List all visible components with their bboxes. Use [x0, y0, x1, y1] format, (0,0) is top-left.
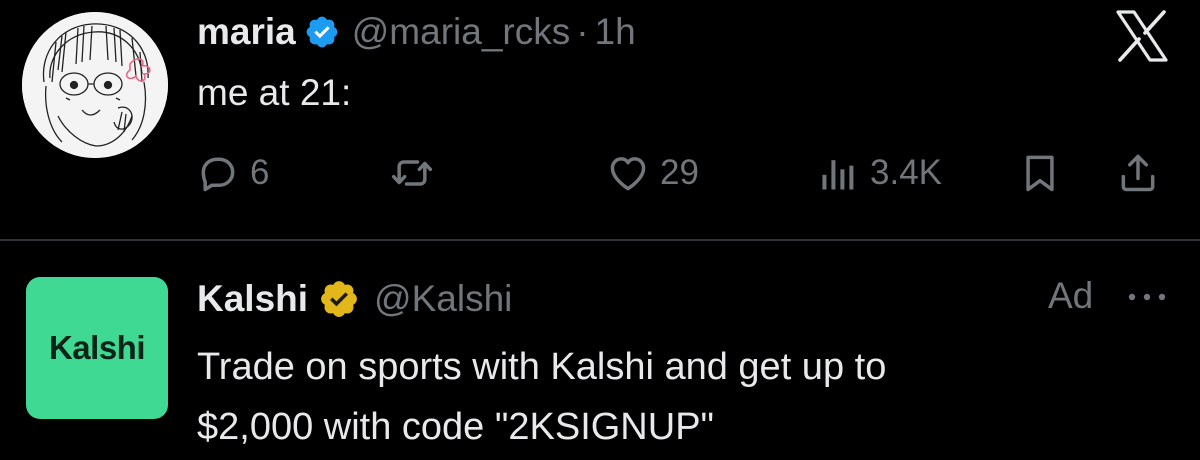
ad-header: Kalshi @Kalshi: [197, 273, 512, 325]
reply-icon: [201, 157, 235, 192]
repost-icon: [391, 160, 433, 186]
heart-icon: [610, 157, 646, 191]
ad-text: Trade on sports with Kalshi and get up t…: [197, 337, 1157, 457]
more-options-icon[interactable]: [1124, 285, 1170, 309]
tweet-header: maria @maria_rcks · 1h: [197, 6, 636, 58]
like-button[interactable]: 29: [606, 148, 699, 198]
avatar[interactable]: [22, 12, 168, 158]
views-count: 3.4K: [870, 153, 942, 192]
post-timestamp[interactable]: 1h: [595, 11, 636, 53]
verified-badge-icon[interactable]: [304, 14, 340, 50]
promoted-tweet[interactable]: Kalshi Kalshi @Kalshi Ad Trade on sports…: [0, 241, 1200, 460]
kalshi-logo[interactable]: Kalshi: [26, 277, 168, 419]
tweet-text: me at 21:: [197, 72, 352, 113]
advertiser-name[interactable]: Kalshi: [197, 278, 308, 320]
bookmark-button[interactable]: [1018, 148, 1062, 198]
advertiser-handle[interactable]: @Kalshi: [374, 278, 512, 320]
like-count: 29: [660, 153, 699, 192]
repost-button[interactable]: [390, 148, 444, 198]
kalshi-logo-text: Kalshi: [48, 329, 146, 366]
tweet[interactable]: maria @maria_rcks · 1h me at 21: 6 29 3.…: [0, 0, 1200, 240]
views-button[interactable]: 3.4K: [816, 148, 942, 198]
ad-label: Ad: [1048, 275, 1094, 316]
x-logo-icon: [1112, 6, 1172, 66]
reply-count: 6: [250, 153, 270, 192]
reply-button[interactable]: 6: [196, 148, 269, 198]
author-name[interactable]: maria: [197, 11, 296, 53]
separator-dot: ·: [576, 11, 589, 52]
ad-text-line-2: $2,000 with code "2KSIGNUP": [197, 406, 715, 448]
views-chart-icon: [822, 160, 854, 190]
share-button[interactable]: [1116, 148, 1160, 198]
sketch-avatar-icon: [22, 12, 168, 158]
bookmark-icon: [1026, 155, 1054, 192]
author-handle[interactable]: @maria_rcks: [352, 11, 570, 53]
share-icon: [1121, 154, 1155, 192]
verified-gold-badge-icon[interactable]: [318, 278, 360, 320]
ad-text-line-1: Trade on sports with Kalshi and get up t…: [197, 346, 887, 388]
